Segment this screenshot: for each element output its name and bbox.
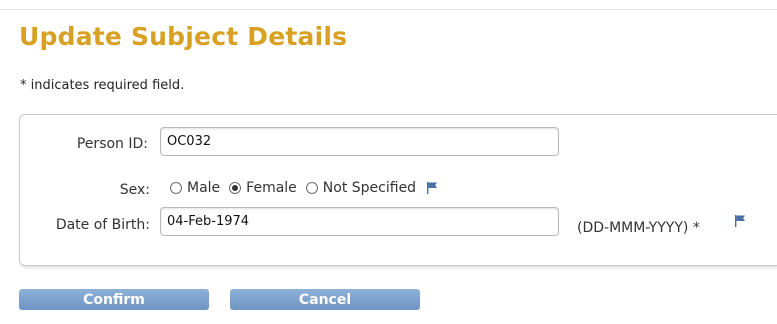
required-field-note: * indicates required field. <box>20 78 185 93</box>
person-id-input[interactable] <box>160 127 559 156</box>
sex-label: Sex: <box>119 182 150 198</box>
sex-radio-group: Male Female Not Specified <box>170 180 439 196</box>
sex-option-male-label: Male <box>187 180 221 196</box>
cancel-button[interactable]: Cancel <box>230 289 420 310</box>
sex-option-male[interactable]: Male <box>170 180 220 196</box>
flag-icon[interactable] <box>733 214 747 228</box>
flag-icon[interactable] <box>425 181 439 195</box>
dob-format-hint: (DD-MMM-YYYY) * <box>577 220 700 236</box>
person-id-label: Person ID: <box>76 136 148 152</box>
page-title: Update Subject Details <box>19 22 348 51</box>
sex-option-not-specified[interactable]: Not Specified <box>305 180 417 196</box>
dob-input[interactable] <box>160 207 559 236</box>
confirm-button[interactable]: Confirm <box>19 289 209 310</box>
radio-male[interactable] <box>170 182 182 194</box>
radio-not-specified[interactable] <box>305 182 318 194</box>
sex-option-not-specified-label: Not Specified <box>322 180 417 196</box>
top-border <box>0 0 777 10</box>
sex-option-female[interactable]: Female <box>229 180 297 196</box>
sex-option-female-label: Female <box>246 180 297 196</box>
dob-label: Date of Birth: <box>55 217 150 233</box>
radio-female[interactable] <box>229 182 242 194</box>
